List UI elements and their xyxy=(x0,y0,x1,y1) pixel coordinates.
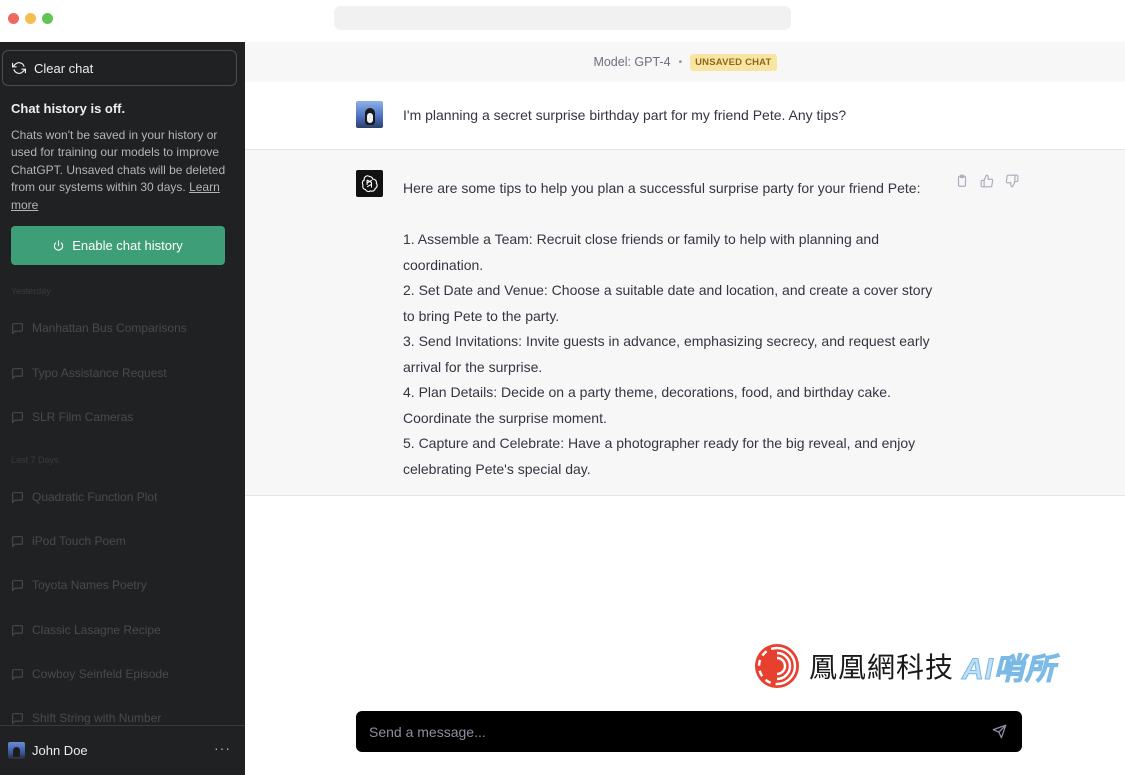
enable-chat-history-label: Enable chat history xyxy=(72,238,183,253)
chat-main: Model: GPT-4 • UNSAVED CHAT I'm planning… xyxy=(245,42,1125,775)
clear-chat-button[interactable]: Clear chat xyxy=(2,50,237,86)
sidebar-item-cowboy-seinfeld[interactable]: Cowboy Seinfeld Episode xyxy=(11,662,236,686)
model-label: Model: GPT-4 xyxy=(593,55,671,69)
user-avatar xyxy=(356,101,383,128)
tip-item: 5. Capture and Celebrate: Have a photogr… xyxy=(403,435,916,477)
message-actions xyxy=(955,174,1019,188)
sidebar-item-label: SLR Film Cameras xyxy=(32,410,134,424)
model-bar: Model: GPT-4 • UNSAVED CHAT xyxy=(245,42,1125,82)
thumbs-up-button[interactable] xyxy=(980,174,994,188)
chat-bubble-icon xyxy=(12,367,23,380)
message-composer xyxy=(356,711,1022,752)
sidebar-item-label: Typo Assistance Request xyxy=(32,366,167,380)
watermark: 鳳凰網科技 AI哨所 xyxy=(753,640,1056,692)
history-off-description: Chats won't be saved in your history or … xyxy=(11,127,226,214)
avatar xyxy=(8,742,25,759)
chat-bubble-icon xyxy=(12,668,23,681)
assistant-message: Here are some tips to help you plan a su… xyxy=(245,150,1125,496)
thumbs-down-icon xyxy=(1005,174,1019,188)
phoenix-logo-icon xyxy=(755,644,799,688)
assistant-intro: Here are some tips to help you plan a su… xyxy=(403,180,921,196)
minimize-window-button[interactable] xyxy=(25,13,36,24)
chat-bubble-icon xyxy=(12,411,23,424)
sidebar-item-label: Toyota Names Poetry xyxy=(32,578,147,592)
sidebar-item-quadratic-plot[interactable]: Quadratic Function Plot xyxy=(11,485,236,509)
user-name: John Doe xyxy=(32,743,88,758)
tip-item: 3. Send Invitations: Invite guests in ad… xyxy=(403,333,930,375)
thumbs-down-button[interactable] xyxy=(1005,174,1019,188)
power-icon xyxy=(54,240,64,251)
watermark-ai-text: AI哨所 xyxy=(962,653,1057,687)
thumbs-up-icon xyxy=(980,174,994,188)
user-message: I'm planning a secret surprise birthday … xyxy=(245,82,1125,150)
tip-item: 1. Assemble a Team: Recruit close friend… xyxy=(403,231,879,273)
watermark-text: 鳳凰網科技 xyxy=(809,651,955,684)
sidebar: Clear chat Chat history is off. Chats wo… xyxy=(0,42,245,775)
model-separator: • xyxy=(678,56,683,68)
chat-bubble-icon xyxy=(12,712,23,725)
send-button[interactable] xyxy=(992,724,1008,740)
assistant-avatar xyxy=(356,170,383,197)
assistant-message-text: Here are some tips to help you plan a su… xyxy=(403,176,933,482)
section-label-last-7-days: Last 7 Days xyxy=(11,455,59,465)
more-options-button[interactable]: ··· xyxy=(214,740,231,756)
sidebar-item-label: iPod Touch Poem xyxy=(32,534,126,548)
sidebar-item-ipod-poem[interactable]: iPod Touch Poem xyxy=(11,529,236,553)
history-off-title: Chat history is off. xyxy=(11,101,126,116)
unsaved-chat-badge: UNSAVED CHAT xyxy=(690,53,777,71)
sidebar-footer: John Doe ··· xyxy=(0,725,245,775)
tip-item: 4. Plan Details: Decide on a party theme… xyxy=(403,384,891,426)
sidebar-item-label: Quadratic Function Plot xyxy=(32,490,158,504)
window-titlebar xyxy=(0,0,1125,42)
sidebar-item-manhattan-bus[interactable]: Manhattan Bus Comparisons xyxy=(11,316,236,340)
user-message-text: I'm planning a secret surprise birthday … xyxy=(403,107,847,123)
chat-bubble-icon xyxy=(12,491,23,504)
chat-bubble-icon xyxy=(12,579,23,592)
sidebar-item-label: Cowboy Seinfeld Episode xyxy=(32,667,169,681)
clipboard-icon xyxy=(957,174,967,187)
address-bar[interactable] xyxy=(334,6,791,30)
clear-chat-label: Clear chat xyxy=(34,60,94,76)
sidebar-item-lasagne-recipe[interactable]: Classic Lasagne Recipe xyxy=(11,618,236,642)
refresh-icon xyxy=(12,62,26,74)
copy-button[interactable] xyxy=(955,174,969,188)
maximize-window-button[interactable] xyxy=(42,13,53,24)
enable-chat-history-button[interactable]: Enable chat history xyxy=(11,226,225,265)
close-window-button[interactable] xyxy=(8,13,19,24)
sidebar-item-label: Shift String with Number xyxy=(32,711,162,725)
chat-bubble-icon xyxy=(12,322,23,335)
sidebar-item-slr-film[interactable]: SLR Film Cameras xyxy=(11,405,236,429)
tip-item: 2. Set Date and Venue: Choose a suitable… xyxy=(403,282,933,324)
sidebar-item-typo-assistance[interactable]: Typo Assistance Request xyxy=(11,361,236,385)
sidebar-item-toyota-poetry[interactable]: Toyota Names Poetry xyxy=(11,573,236,597)
sidebar-item-label: Classic Lasagne Recipe xyxy=(32,623,161,637)
section-label-yesterday: Yesterday xyxy=(11,286,51,296)
openai-logo-icon xyxy=(361,175,378,193)
chat-bubble-icon xyxy=(12,624,23,637)
user-menu[interactable]: John Doe xyxy=(8,742,88,759)
send-icon xyxy=(992,724,1007,739)
sidebar-item-label: Manhattan Bus Comparisons xyxy=(32,321,187,335)
chat-bubble-icon xyxy=(12,535,23,548)
message-input[interactable] xyxy=(356,711,976,752)
